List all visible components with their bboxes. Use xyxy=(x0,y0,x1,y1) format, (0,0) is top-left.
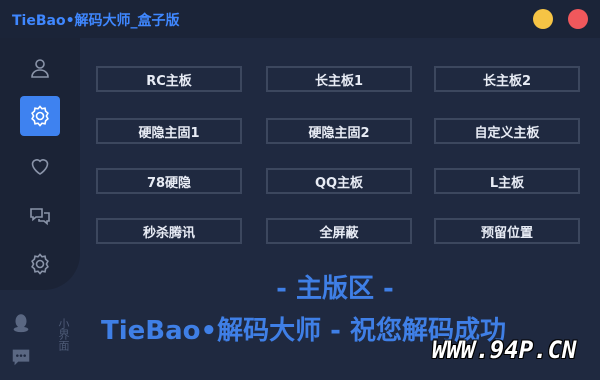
sidebar-item-chat[interactable] xyxy=(20,196,60,236)
reserved-slot-button[interactable]: 预留位置 xyxy=(434,218,580,244)
block-all-button[interactable]: 全屏蔽 xyxy=(266,218,412,244)
long-board-2-button[interactable]: 长主板2 xyxy=(434,66,580,92)
custom-board-button[interactable]: 自定义主板 xyxy=(434,118,580,144)
rc-board-button[interactable]: RC主板 xyxy=(96,66,242,92)
kill-tencent-button[interactable]: 秒杀腾讯 xyxy=(96,218,242,244)
watermark: WWW.94P.CN xyxy=(432,336,577,364)
section-heading: - 主版区 - xyxy=(276,274,394,304)
sidebar-item-favorites[interactable] xyxy=(20,146,60,186)
chat-icon xyxy=(30,208,50,226)
hidden-board-1-button[interactable]: 硬隐主固1 xyxy=(96,118,242,144)
qq-penguin-icon[interactable] xyxy=(10,312,32,334)
qq-board-button[interactable]: QQ主板 xyxy=(266,168,412,194)
sidebar xyxy=(0,38,80,290)
close-button[interactable] xyxy=(568,9,588,29)
app-title: TieBao•解码大师_盒子版 xyxy=(12,13,180,29)
sidebar-item-user[interactable] xyxy=(20,48,60,88)
long-board-1-button[interactable]: 长主板1 xyxy=(266,66,412,92)
message-icon[interactable] xyxy=(10,346,32,368)
title-bar: TieBao•解码大师_盒子版 xyxy=(0,0,600,38)
minimize-button[interactable] xyxy=(533,9,553,29)
78-hidden-button[interactable]: 78硬隐 xyxy=(96,168,242,194)
user-icon xyxy=(31,59,49,78)
l-board-button[interactable]: L主板 xyxy=(434,168,580,194)
heart-icon xyxy=(31,159,49,175)
hidden-board-2-button[interactable]: 硬隐主固2 xyxy=(266,118,412,144)
mini-interface-label[interactable]: 小界面 xyxy=(56,318,70,351)
settings-icon xyxy=(31,105,49,127)
sidebar-item-settings-active[interactable] xyxy=(20,96,60,136)
